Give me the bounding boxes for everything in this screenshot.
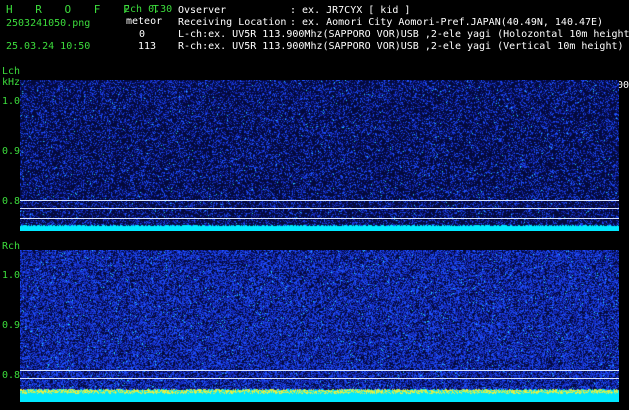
mode-label: meteor <box>126 16 163 27</box>
rch-ytick-1-0: 1.0 <box>2 270 21 281</box>
rch-marker-line-1 <box>20 370 619 371</box>
lch-description: L-ch:ex. UV5R 113.900Mhz(SAPPORO VOR)USB… <box>178 29 629 40</box>
rch-channel-label: Rch <box>2 241 21 252</box>
lch-marker-line-2 <box>20 208 619 209</box>
lch-marker-line-1 <box>20 200 619 201</box>
rch-spectrogram <box>20 250 619 402</box>
location-label: Receiving Location <box>178 17 287 28</box>
lch-ytick-1-0: 1.0 <box>2 96 21 107</box>
observer-label: Ovserver <box>178 5 227 16</box>
rch-ytick-0-9: 0.9 <box>2 320 21 331</box>
lch-channel-label: Lch <box>2 66 21 77</box>
mode-indicator: 2ch 0.30 <box>124 4 173 15</box>
lch-ytick-0-9: 0.9 <box>2 146 21 157</box>
lch-ytick-0-8: 0.8 <box>2 196 21 207</box>
rch-marker-line-2 <box>20 378 619 379</box>
rch-ytick-0-8: 0.8 <box>2 370 21 381</box>
rch-count: 113 <box>138 41 157 52</box>
filename-label: 2503241050.png <box>6 18 91 29</box>
observer-value: : ex. JR7CYX [ kid ] <box>290 5 411 16</box>
lch-unit-label: kHz <box>2 77 21 88</box>
lch-marker-line-3 <box>20 218 619 219</box>
rch-description: R-ch:ex. UV5R 113.900Mhz(SAPPORO VOR)USB… <box>178 41 624 52</box>
datetime-label: 25.03.24 10:50 <box>6 41 91 52</box>
location-value: : ex. Aomori City Aomori-Pref.JAPAN(40.4… <box>290 17 604 28</box>
lch-count: 0 <box>139 29 146 40</box>
